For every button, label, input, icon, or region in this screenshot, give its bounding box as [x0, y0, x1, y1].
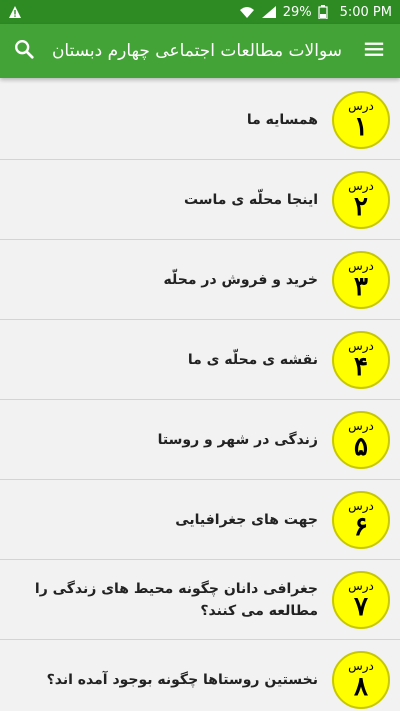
lesson-title: همسایه ما	[246, 111, 318, 128]
badge-number: ۱	[354, 111, 368, 142]
search-button[interactable]	[0, 24, 48, 78]
lesson-badge: درس ۷	[332, 570, 390, 629]
battery-percent: 29%	[282, 4, 312, 20]
list-item[interactable]: درس ۱ همسایه ما	[0, 80, 400, 160]
app-bar: سوالات مطالعات اجتماعی چهارم دبستان	[0, 24, 400, 78]
lesson-title: جغرافی دانان چگونه محیط های زندگی را مطا…	[34, 580, 318, 619]
warning-icon	[8, 5, 22, 19]
badge-label: درس	[348, 498, 374, 513]
search-icon	[13, 38, 35, 64]
badge-label: درس	[348, 578, 374, 593]
lesson-badge: درس ۵	[332, 410, 390, 469]
lesson-badge: درس ۲	[332, 170, 390, 229]
badge-number: ۵	[354, 431, 368, 462]
badge-number: ۶	[354, 511, 368, 542]
lesson-title: زندگی در شهر و روستا	[157, 431, 318, 448]
list-item[interactable]: درس ۵ زندگی در شهر و روستا	[0, 400, 400, 480]
wifi-icon	[239, 5, 255, 19]
signal-icon	[261, 5, 277, 19]
battery-icon	[318, 5, 334, 20]
lesson-title: اینجا محلّه ی ماست	[183, 191, 318, 208]
badge-label: درس	[348, 258, 374, 273]
list-item[interactable]: درس ۲ اینجا محلّه ی ماست	[0, 160, 400, 240]
list-item[interactable]: درس ۷ جغرافی دانان چگونه محیط های زندگی …	[0, 560, 400, 640]
badge-label: درس	[348, 98, 374, 113]
lesson-badge: درس ۳	[332, 250, 390, 309]
badge-number: ۲	[354, 191, 368, 222]
badge-label: درس	[348, 178, 374, 193]
badge-number: ۸	[354, 671, 368, 702]
badge-label: درس	[348, 658, 374, 673]
lesson-badge: درس ۱	[332, 90, 390, 149]
page-title: سوالات مطالعات اجتماعی چهارم دبستان	[51, 41, 342, 61]
badge-number: ۴	[354, 351, 368, 382]
lesson-badge: درس ۸	[332, 650, 390, 709]
lesson-title: جهت های جغرافیایی	[175, 511, 318, 528]
list-item[interactable]: درس ۸ نخستین روستاها چگونه بوجود آمده ان…	[0, 640, 400, 711]
list-item[interactable]: درس ۳ خرید و فروش در محلّه	[0, 240, 400, 320]
list-item[interactable]: درس ۶ جهت های جغرافیایی	[0, 480, 400, 560]
lesson-badge: درس ۶	[332, 490, 390, 549]
lesson-list: درس ۱ همسایه ما درس ۲ اینجا محلّه ی ماست…	[0, 80, 400, 711]
badge-number: ۳	[354, 271, 368, 302]
list-item[interactable]: درس ۴ نقشه ی محلّه ی ما	[0, 320, 400, 400]
badge-label: درس	[348, 418, 374, 433]
hamburger-icon	[363, 38, 385, 64]
badge-number: ۷	[354, 591, 368, 622]
menu-button[interactable]	[348, 24, 400, 78]
lesson-title: نقشه ی محلّه ی ما	[187, 351, 318, 368]
lesson-title: خرید و فروش در محلّه	[163, 271, 318, 288]
lesson-title: نخستین روستاها چگونه بوجود آمده اند؟	[46, 671, 318, 688]
clock: 5:00 PM	[339, 4, 392, 20]
lesson-badge: درس ۴	[332, 330, 390, 389]
status-bar: 29% 5:00 PM	[0, 0, 400, 24]
badge-label: درس	[348, 338, 374, 353]
